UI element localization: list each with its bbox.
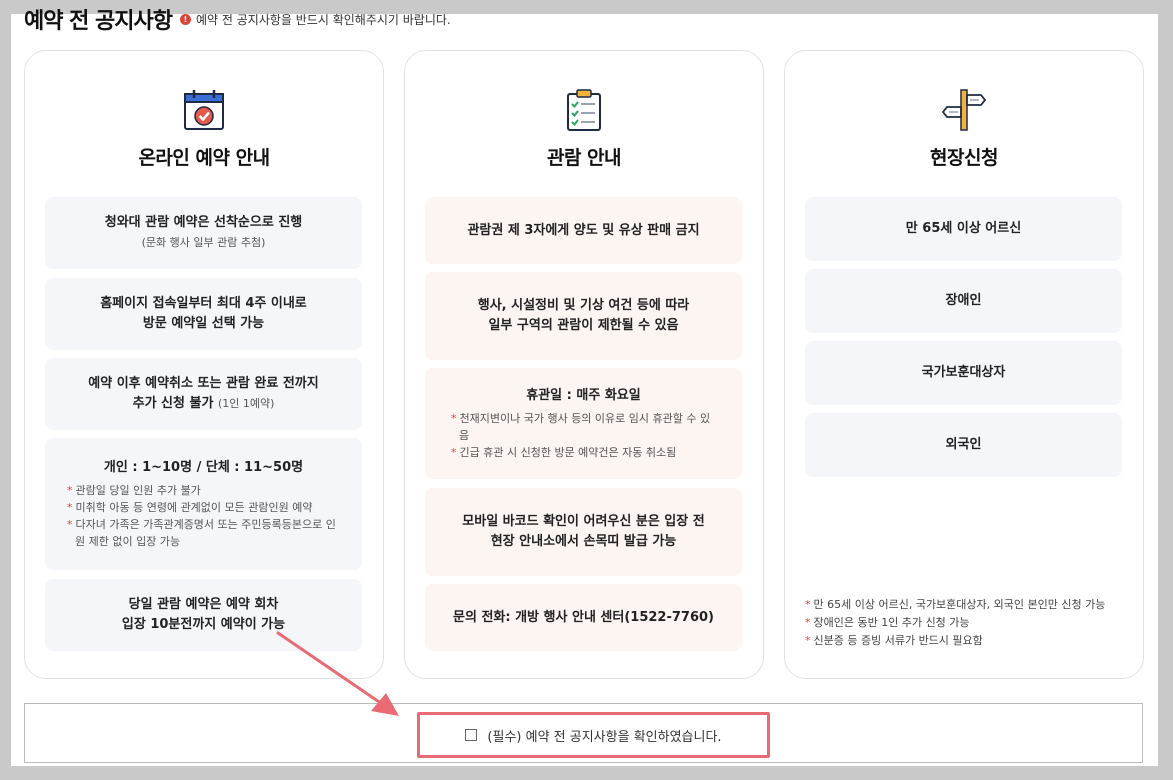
info-text: 일부 구역의 관람이 제한될 수 있음	[488, 318, 679, 333]
calendar-check-icon	[184, 90, 224, 130]
note-item: * 긴급 휴관 시 신청한 방문 예약건은 자동 취소됨	[451, 446, 677, 459]
page-header: 예약 전 공지사항 ! 예약 전 공지사항을 반드시 확인해주시기 바랍니다.	[24, 4, 451, 34]
info-box: 홈페이지 접속일부터 최대 4주 이내로 방문 예약일 선택 가능	[45, 278, 362, 350]
info-box: 예약 이후 예약취소 또는 관람 완료 전까지 추가 신청 불가 (1인 1예약…	[45, 358, 362, 430]
note-item: * 신분증 등 증빙 서류가 반드시 필요함	[805, 634, 983, 647]
info-box: 모바일 바코드 확인이 어려우신 분은 입장 전 현장 안내소에서 손목띠 발급…	[425, 488, 742, 576]
page-title: 예약 전 공지사항	[24, 9, 173, 34]
info-text: 모바일 바코드 확인이 어려우신 분은 입장 전	[462, 514, 705, 529]
confirm-checkbox[interactable]	[465, 729, 478, 741]
notice-message: 예약 전 공지사항을 반드시 확인해주시기 바랍니다.	[196, 12, 451, 27]
card-visit-guide: 관람 안내 관람권 제 3자에게 양도 및 유상 판매 금지 행사, 시설정비 …	[404, 50, 764, 679]
info-box: 외국인	[805, 413, 1122, 477]
confirm-checkbox-row[interactable]: (필수) 예약 전 공지사항을 확인하였습니다.	[417, 712, 770, 758]
note-item: * 장애인은 동반 1인 추가 신청 가능	[805, 616, 970, 629]
alert-icon: !	[180, 13, 191, 25]
info-text: 당일 관람 예약은 예약 회차	[128, 597, 279, 612]
info-box: 관람권 제 3자에게 양도 및 유상 판매 금지	[425, 197, 742, 264]
info-box: 장애인	[805, 269, 1122, 333]
note-item: * 미취학 아동 등 연령에 관계없이 모든 관람인원 예약	[67, 501, 313, 514]
info-box: 개인 : 1~10명 / 단체 : 11~50명 * 관람일 당일 인원 추가 불…	[45, 438, 362, 570]
info-box: 국가보훈대상자	[805, 341, 1122, 405]
card-title: 온라인 예약 안내	[138, 147, 270, 169]
info-text: 만 65세 이상 어르신	[905, 221, 1022, 236]
notes-list: * 천재지변이나 국가 행사 등의 이유로 임시 휴관할 수 있음 * 긴급 휴관 …	[449, 410, 718, 461]
notice-text: ! 예약 전 공지사항을 반드시 확인해주시기 바랍니다.	[180, 11, 451, 28]
info-text: 현장 안내소에서 손목띠 발급 가능	[490, 534, 677, 549]
info-text: 개인 : 1~10명 / 단체 : 11~50명	[103, 460, 304, 475]
info-text: 청와대 관람 예약은 선착순으로 진행	[104, 215, 303, 230]
info-box: 청와대 관람 예약은 선착순으로 진행 (문화 행사 일부 관람 추첨)	[45, 197, 362, 269]
info-box: 휴관일 : 매주 화요일 * 천재지변이나 국가 행사 등의 이유로 임시 휴관할…	[425, 368, 742, 479]
info-text: 방문 예약일 선택 가능	[142, 316, 265, 331]
info-box: 행사, 시설정비 및 기상 여건 등에 따라 일부 구역의 관람이 제한될 수 …	[425, 272, 742, 360]
info-text: 관람권 제 3자에게 양도 및 유상 판매 금지	[467, 222, 700, 238]
info-subtext: (1인 1예약)	[217, 397, 275, 410]
info-text: 예약 이후 예약취소 또는 관람 완료 전까지	[88, 376, 319, 391]
info-text: 국가보훈대상자	[921, 365, 1006, 380]
info-box: 만 65세 이상 어르신	[805, 197, 1122, 261]
info-text: 문의 전화: 개방 행사 안내 센터(1522-7760)	[453, 609, 714, 625]
info-text: 장애인	[945, 293, 982, 308]
note-item: * 다자녀 가족은 가족관계증명서 또는 주민등록등본으로 인원 제한 없이 입장…	[67, 518, 336, 548]
card-title: 관람 안내	[546, 147, 622, 169]
info-box: 문의 전화: 개방 행사 안내 센터(1522-7760)	[425, 584, 742, 651]
card-onsite-application: 현장신청 만 65세 이상 어르신 장애인 국가보훈대상자 외국인 * 만 65세…	[784, 50, 1144, 679]
note-item: * 만 65세 이상 어르신, 국가보훈대상자, 외국인 본인만 신청 가능	[805, 598, 1106, 611]
info-text: 추가 신청 불가	[132, 396, 214, 411]
info-text: 홈페이지 접속일부터 최대 4주 이내로	[100, 296, 307, 311]
notes-list: * 관람일 당일 인원 추가 불가 * 미취학 아동 등 연령에 관계없이 모든 관…	[65, 482, 342, 550]
note-item: * 관람일 당일 인원 추가 불가	[67, 484, 201, 497]
confirm-label[interactable]: (필수) 예약 전 공지사항을 확인하였습니다.	[487, 726, 721, 745]
signpost-icon	[941, 89, 987, 131]
card-online-reservation: 온라인 예약 안내 청와대 관람 예약은 선착순으로 진행 (문화 행사 일부 …	[24, 50, 384, 679]
card-title: 현장신청	[930, 147, 998, 169]
info-subtext: (문화 행사 일부 관람 추첨)	[141, 236, 266, 249]
note-item: * 천재지변이나 국가 행사 등의 이유로 임시 휴관할 수 있음	[451, 412, 711, 442]
info-text: 휴관일 : 매주 화요일	[526, 388, 641, 403]
info-box: 당일 관람 예약은 예약 회차 입장 10분전까지 예약이 가능	[45, 579, 362, 651]
info-text: 외국인	[945, 437, 982, 452]
clipboard-checklist-icon	[567, 89, 601, 131]
info-text: 행사, 시설정비 및 기상 여건 등에 따라	[477, 298, 690, 313]
notes-list: * 만 65세 이상 어르신, 국가보훈대상자, 외국인 본인만 신청 가능 * 장…	[805, 596, 1105, 650]
info-text: 입장 10분전까지 예약이 가능	[121, 617, 286, 632]
